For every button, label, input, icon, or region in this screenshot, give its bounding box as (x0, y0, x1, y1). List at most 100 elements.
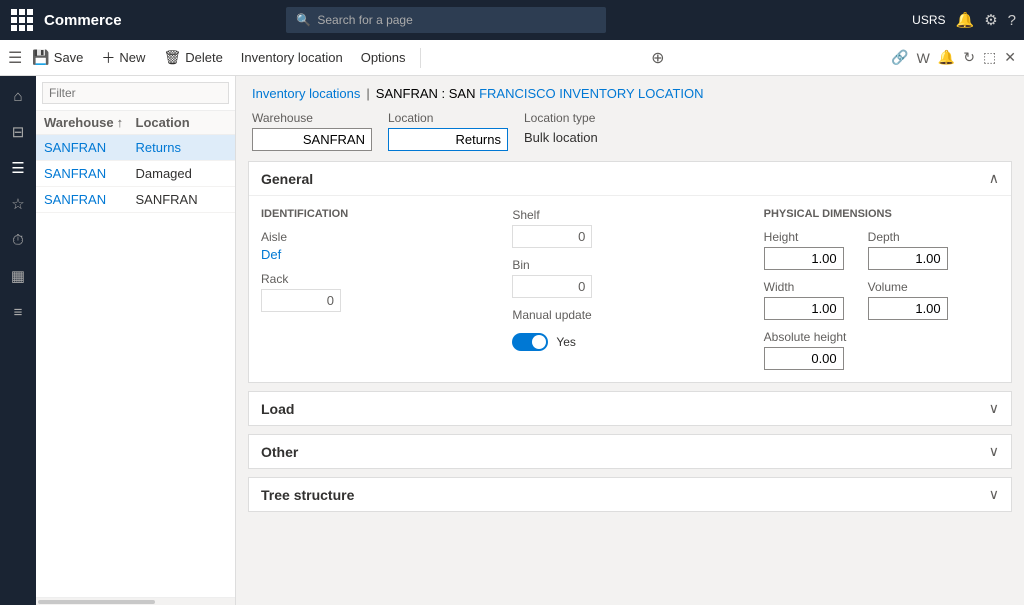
list-panel: Warehouse ↑ Location SANFRAN Returns SAN… (36, 76, 236, 605)
manual-update-field: Manual update Yes (512, 308, 747, 351)
shelf-field: Shelf (512, 208, 747, 248)
chevron-up-icon: ∧ (989, 170, 999, 187)
app-grid-icon[interactable] (8, 6, 36, 34)
settings-icon[interactable]: ⚙ (984, 11, 997, 29)
search-placeholder: Search for a page (317, 13, 412, 27)
dimensions-row2: Width Volume (764, 280, 999, 320)
load-section: Load ∨ (248, 391, 1012, 426)
close-icon[interactable]: ✕ (1004, 49, 1016, 66)
aisle-value[interactable]: Def (261, 247, 496, 262)
chevron-down-icon: ∨ (989, 400, 999, 417)
chevron-down-icon: ∨ (989, 443, 999, 460)
refresh-icon[interactable]: ↻ (963, 49, 975, 66)
breadcrumb-part1: SANFRAN : SAN FRANCISCO INVENTORY LOCATI… (376, 86, 704, 101)
width-label: Width (764, 280, 844, 294)
location-type-field: Location type Bulk location (524, 111, 598, 151)
delete-button[interactable]: 🗑 Delete (155, 45, 230, 70)
popout-icon[interactable]: ⬚ (983, 49, 996, 66)
rack-label: Rack (261, 272, 496, 286)
notification-icon[interactable]: 🔔 (938, 49, 955, 66)
add-icon: ＋ (101, 48, 115, 68)
star-icon[interactable]: ☆ (2, 188, 34, 220)
volume-field: Volume (868, 280, 948, 320)
list-header: Warehouse ↑ Location (36, 111, 235, 135)
home-icon[interactable]: ⌂ (2, 80, 34, 112)
location-input[interactable] (388, 128, 508, 151)
depth-label: Depth (868, 230, 948, 244)
location-cell: SANFRAN (136, 192, 228, 207)
help-icon[interactable]: ? (1008, 12, 1016, 29)
delete-icon: 🗑 (163, 49, 181, 66)
detail-panel: Inventory locations | SANFRAN : SAN FRAN… (236, 76, 1024, 605)
user-label: USRS (912, 13, 945, 27)
absolute-height-field: Absolute height (764, 330, 999, 370)
rack-input[interactable] (261, 289, 341, 312)
height-input[interactable] (764, 247, 844, 270)
location-field: Location (388, 111, 508, 151)
app-title: Commerce (44, 12, 122, 29)
absolute-height-label: Absolute height (764, 330, 999, 344)
warehouse-col-header: Warehouse ↑ (44, 115, 136, 130)
width-field: Width (764, 280, 844, 320)
inventory-location-button[interactable]: Inventory location (233, 46, 351, 69)
other-section-header[interactable]: Other ∨ (249, 435, 1011, 468)
physical-dimensions-group: PHYSICAL DIMENSIONS Height Depth (764, 208, 999, 370)
breadcrumb-link[interactable]: Inventory locations (252, 86, 360, 101)
location-cell: Damaged (136, 166, 228, 181)
list-item[interactable]: SANFRAN SANFRAN (36, 187, 235, 213)
warehouse-cell: SANFRAN (44, 140, 136, 155)
depth-field: Depth (868, 230, 948, 270)
physical-dimensions-label: PHYSICAL DIMENSIONS (764, 208, 999, 220)
warehouse-input[interactable] (252, 128, 372, 151)
shelf-input[interactable] (512, 225, 592, 248)
global-search[interactable]: 🔍 Search for a page (286, 7, 606, 33)
load-section-header[interactable]: Load ∨ (249, 392, 1011, 425)
options-button[interactable]: Options (353, 46, 414, 69)
volume-input[interactable] (868, 297, 948, 320)
bell-icon[interactable]: 🔔 (956, 11, 975, 29)
load-section-title: Load (261, 401, 294, 417)
tree-structure-section-header[interactable]: Tree structure ∨ (249, 478, 1011, 511)
filter-icon[interactable]: ⊟ (2, 116, 34, 148)
main-layout: ⌂ ⊟ ☰ ☆ ⏱ ▦ ≡ Warehouse ↑ Location SANFR… (0, 76, 1024, 605)
lines-icon[interactable]: ≡ (2, 296, 34, 328)
list-item[interactable]: SANFRAN Damaged (36, 161, 235, 187)
depth-input[interactable] (868, 247, 948, 270)
breadcrumb: Inventory locations | SANFRAN : SAN FRAN… (236, 76, 1024, 107)
new-button[interactable]: ＋ New (93, 44, 153, 72)
location-type-label: Location type (524, 111, 598, 125)
absolute-height-input[interactable] (764, 347, 844, 370)
physical-dimensions-label-item: PHYSICAL DIMENSIONS (764, 208, 999, 220)
general-section: General ∧ IDENTIFICATION Aisle Def (248, 161, 1012, 383)
save-icon: 💾 (32, 49, 49, 66)
word-icon[interactable]: W (917, 50, 930, 66)
filter-input[interactable] (42, 82, 229, 104)
top-nav: Commerce 🔍 Search for a page USRS 🔔 ⚙ ? (0, 0, 1024, 40)
search-icon[interactable]: ⊕ (651, 48, 664, 68)
hamburger-icon[interactable]: ☰ (8, 48, 22, 68)
identification-label-item: IDENTIFICATION (261, 208, 496, 220)
form-fields-row: Warehouse Location Location type Bulk lo… (236, 107, 1024, 161)
clock-icon[interactable]: ⏱ (2, 224, 34, 256)
manual-update-toggle[interactable] (512, 333, 548, 351)
general-section-header[interactable]: General ∧ (249, 162, 1011, 196)
breadcrumb-highlight: FRANCISCO INVENTORY LOCATION (479, 86, 703, 101)
scrollbar[interactable] (36, 597, 235, 605)
list-item[interactable]: SANFRAN Returns (36, 135, 235, 161)
location-col-header: Location (136, 115, 228, 130)
identification-label: IDENTIFICATION (261, 208, 496, 220)
link-icon[interactable]: 🔗 (891, 49, 908, 66)
save-button[interactable]: 💾 Save (24, 45, 91, 70)
bin-input[interactable] (512, 275, 592, 298)
grid-view-icon[interactable]: ▦ (2, 260, 34, 292)
dimensions-row1: Height Depth (764, 230, 999, 270)
other-section: Other ∨ (248, 434, 1012, 469)
rack-field: Rack (261, 272, 496, 312)
width-input[interactable] (764, 297, 844, 320)
list-table: Warehouse ↑ Location SANFRAN Returns SAN… (36, 111, 235, 354)
bin-label: Bin (512, 258, 747, 272)
list-icon[interactable]: ☰ (2, 152, 34, 184)
shelf-label: Shelf (512, 208, 747, 222)
location-cell: Returns (136, 140, 228, 155)
location-label: Location (388, 111, 508, 125)
